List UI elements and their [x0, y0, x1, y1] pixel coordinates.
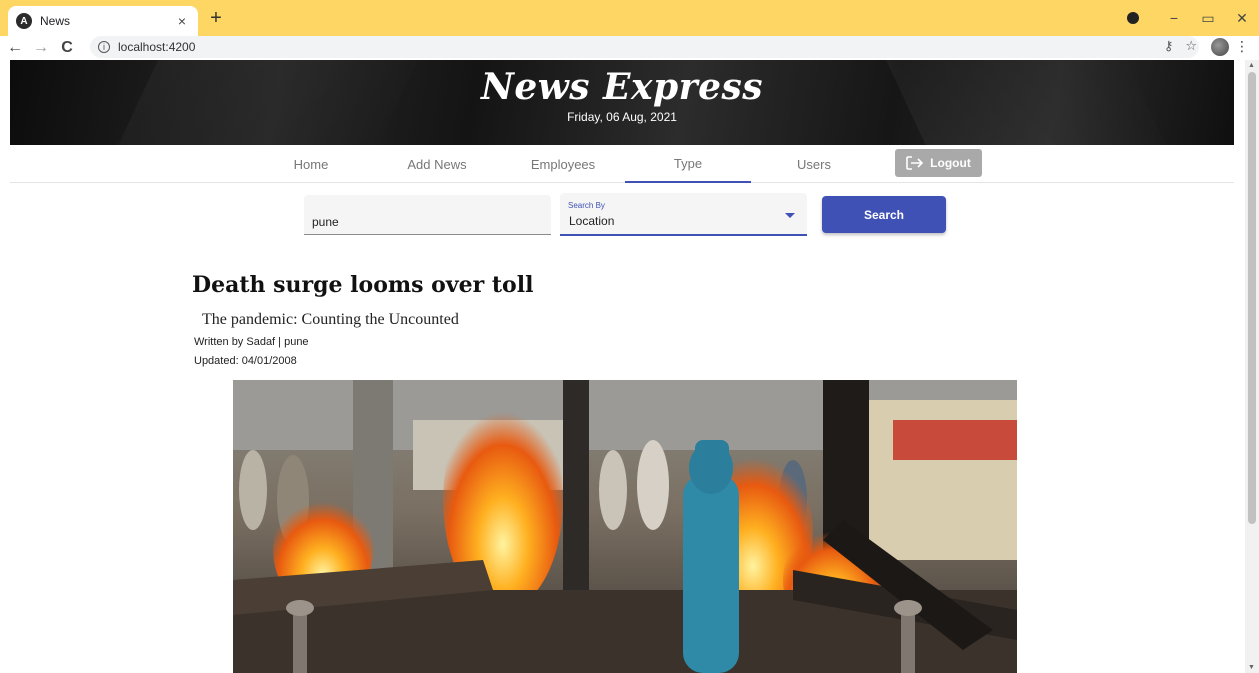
nav-type[interactable]: Type	[625, 145, 751, 183]
logout-label: Logout	[930, 156, 971, 170]
minimize-icon[interactable]: −	[1157, 10, 1191, 26]
nav-home[interactable]: Home	[248, 145, 374, 183]
reload-icon[interactable]: C	[56, 39, 78, 57]
browser-toolbar: ← → C i localhost:4200 ⚷ ☆ ⋮	[0, 36, 1259, 60]
article-byline: Written by Sadaf | pune	[194, 336, 309, 348]
arrow-right-icon[interactable]: →	[30, 39, 52, 57]
search-by-select[interactable]: Search By Location	[560, 193, 807, 236]
article-updated: Updated: 04/01/2008	[194, 355, 297, 367]
extension-icon[interactable]	[1127, 12, 1139, 24]
site-title: News Express	[480, 66, 764, 108]
restore-icon[interactable]: ▭	[1191, 10, 1225, 27]
main-nav: Home Add News Employees Type Users Logou…	[10, 145, 1234, 183]
new-tab-button[interactable]: +	[204, 6, 228, 30]
menu-kebab-icon[interactable]: ⋮	[1235, 38, 1249, 55]
logout-button[interactable]: Logout	[895, 149, 982, 177]
tab-close-icon[interactable]: ×	[174, 13, 190, 29]
profile-avatar[interactable]	[1211, 38, 1229, 56]
logout-icon	[906, 156, 924, 170]
arrow-left-icon[interactable]: ←	[4, 39, 26, 57]
search-input[interactable]: pune	[304, 195, 551, 235]
caret-down-icon	[785, 213, 795, 218]
angular-favicon-icon: A	[16, 13, 32, 29]
scroll-down-icon[interactable]: ▼	[1248, 664, 1255, 671]
site-banner: News Express Friday, 06 Aug, 2021	[10, 60, 1234, 145]
close-window-icon[interactable]: ✕	[1225, 10, 1259, 27]
browser-tabstrip: A News × + − ▭ ✕	[0, 0, 1259, 36]
nav-users[interactable]: Users	[751, 145, 877, 183]
site-date: Friday, 06 Aug, 2021	[567, 110, 677, 124]
scroll-up-icon[interactable]: ▲	[1248, 62, 1255, 69]
star-icon[interactable]: ☆	[1185, 38, 1197, 54]
page-scrollbar[interactable]: ▲ ▼	[1245, 60, 1259, 673]
search-by-label: Search By	[568, 201, 605, 210]
nav-employees[interactable]: Employees	[500, 145, 626, 183]
search-by-value: Location	[569, 214, 615, 228]
key-icon[interactable]: ⚷	[1164, 38, 1174, 54]
search-input-value: pune	[312, 215, 339, 229]
page-content: News Express Friday, 06 Aug, 2021 Home A…	[0, 60, 1245, 673]
info-icon[interactable]: i	[98, 41, 110, 53]
article-title: Death surge looms over toll	[192, 272, 534, 298]
article-image	[233, 380, 1017, 673]
window-controls: − ▭ ✕	[1127, 0, 1259, 36]
scroll-thumb[interactable]	[1248, 72, 1256, 524]
tab-title: News	[40, 14, 71, 28]
browser-tab[interactable]: A News ×	[8, 6, 198, 36]
url-text: localhost:4200	[118, 40, 196, 54]
omnibox-actions: ⚷ ☆	[1164, 38, 1197, 54]
article-subtitle: The pandemic: Counting the Uncounted	[202, 311, 459, 328]
search-button[interactable]: Search	[822, 196, 946, 233]
nav-add-news[interactable]: Add News	[374, 145, 500, 183]
address-bar[interactable]: i localhost:4200	[90, 36, 1199, 58]
